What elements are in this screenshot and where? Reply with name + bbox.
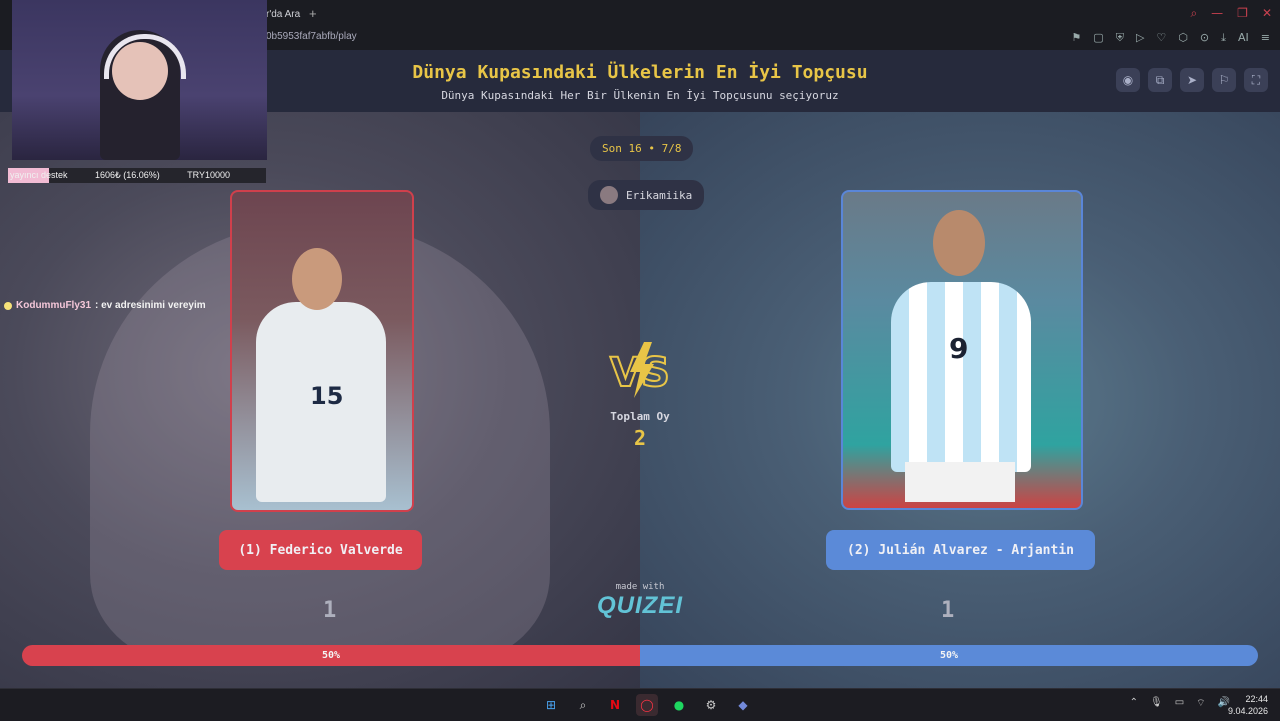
vote-left-button[interactable]: (1) Federico Valverde [219,530,422,570]
fullscreen-icon[interactable]: ⛶ [1244,68,1268,92]
share-icon[interactable]: ➤ [1180,68,1204,92]
chat-badge-icon [4,301,12,310]
made-with-label: made with [615,582,665,592]
discord-icon[interactable]: ◆ [732,694,754,716]
donation-amount: 1606₺ (16.06%) [94,170,160,180]
steam-icon[interactable]: ⚙ [700,694,722,716]
heart-icon[interactable]: ♡ [1156,31,1166,45]
microphone-icon[interactable]: 🎙 [1150,697,1163,710]
total-votes-value: 2 [633,426,647,450]
bookmark-icon[interactable]: ⚑ [1071,31,1081,45]
round-indicator: Son 16 • 7/8 [590,136,694,161]
new-tab-button[interactable]: + [309,6,317,21]
quizei-logo[interactable]: QUIZEI [0,592,1280,620]
left-choice-image[interactable]: 15 [230,190,414,512]
opera-browser-icon[interactable]: ◯ [636,694,658,716]
menu-icon[interactable]: ≡ [1261,31,1270,45]
windows-taskbar: ⊞ ⌕ N ◯ ● ⚙ ◆ ⌃ 🎙 ▭ ⌔ 🔊 22:44 9.04.2026 [0,688,1280,721]
tab-title[interactable]: r'da Ara [266,9,300,20]
camera-icon[interactable]: ⊙ [1200,31,1209,45]
download-icon[interactable]: ⤓ [1221,31,1226,45]
extensions-icon[interactable]: ⬡ [1178,31,1188,45]
player-shorts [905,462,1015,502]
close-icon[interactable]: ✕ [1262,6,1272,21]
vs-lightning-icon: VS [609,342,671,398]
donation-label-a: yayıncı [10,170,39,180]
vote-progress-bar: 50% 50% [22,645,1258,666]
chat-message: KodummuFly31 : ev adresinimi vereyim [4,300,206,311]
search-icon[interactable]: ⌕ [572,694,594,716]
creator-name: Erikamiika [626,188,693,202]
jersey-number: 15 [310,382,344,410]
minimize-icon[interactable]: — [1211,6,1223,21]
chat-text: : ev adresinimi vereyim [95,300,206,311]
clock-date: 9.04.2026 [1227,706,1268,716]
right-progress-fill: 50% [640,645,1258,666]
wifi-icon[interactable]: ⌔ [1196,697,1205,710]
total-votes-label: Toplam Oy [610,410,670,423]
chevron-up-icon[interactable]: ⌃ [1130,697,1138,710]
player-head [933,210,985,276]
chat-username: KodummuFly31 [16,300,92,311]
flag-icon[interactable]: ⚐ [1212,68,1236,92]
donation-label-b: destek [41,170,68,180]
windows-start-icon[interactable]: ⊞ [540,694,562,716]
spotify-icon[interactable]: ● [668,694,690,716]
restore-icon[interactable]: ❐ [1237,6,1248,21]
browser-extension-icons: ⚑ ▢ ⛨ ▷ ♡ ⬡ ⊙ ⤓ AI ≡ [1071,31,1270,45]
webcam-overlay [12,0,267,160]
system-tray: ⌃ 🎙 ▭ ⌔ 🔊 [1130,697,1230,710]
play-icon[interactable]: ▷ [1136,31,1144,45]
eye-icon[interactable]: ◉ [1116,68,1140,92]
system-clock[interactable]: 22:44 9.04.2026 [1228,693,1268,717]
window-controls: ⌕ — ❐ ✕ [1190,6,1272,21]
shield-icon[interactable]: ⛨ [1116,31,1124,45]
search-icon[interactable]: ⌕ [1190,6,1197,21]
donation-goal: TRY10000 [187,170,230,180]
ai-button[interactable]: AI [1238,31,1249,45]
left-progress-fill: 50% [22,645,640,666]
vote-right-button[interactable]: (2) Julián Alvarez - Arjantin [826,530,1095,570]
jersey-number: 9 [949,332,969,365]
taskbar-apps: ⊞ ⌕ N ◯ ● ⚙ ◆ [540,694,754,716]
netflix-icon[interactable]: N [604,694,626,716]
display-icon[interactable]: ▭ [1175,697,1184,710]
snapshot-icon[interactable]: ▢ [1093,31,1103,45]
creator-badge[interactable]: Erikamiika [588,180,705,210]
header-actions: ◉ ⧉ ➤ ⚐ ⛶ [1116,68,1268,92]
player-head [292,248,342,310]
right-choice-image[interactable]: 9 [841,190,1083,510]
avatar [600,186,618,204]
clock-time: 22:44 [1245,694,1268,704]
copy-icon[interactable]: ⧉ [1148,68,1172,92]
donation-goal-bar: yayıncı destek 1606₺ (16.06%) TRY10000 [8,168,266,183]
address-bar[interactable]: 0b5953faf7abfb/play [266,31,357,42]
